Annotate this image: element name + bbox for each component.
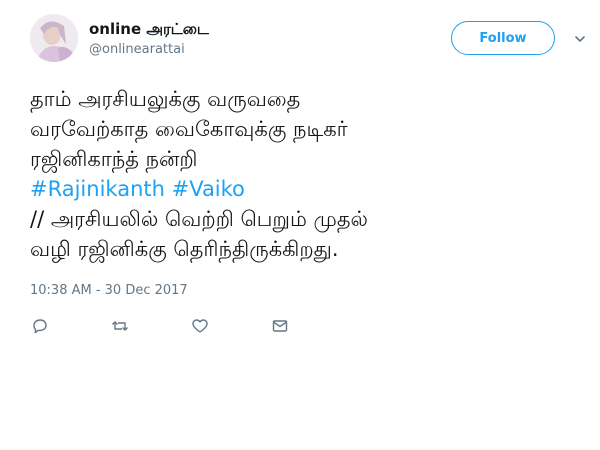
hashtag-vaiko[interactable]: #Vaiko [172, 177, 245, 201]
avatar[interactable] [30, 14, 78, 62]
display-name[interactable]: online அரட்டை [89, 20, 209, 40]
hashtag-line: #Rajinikanth #Vaiko [30, 174, 590, 204]
tweet-line: // அரசியலில் வெற்றி பெறும் முதல் [30, 207, 368, 231]
hashtag-rajinikanth[interactable]: #Rajinikanth [30, 177, 165, 201]
chevron-down-icon[interactable] [573, 31, 587, 45]
profile-photo-icon [30, 14, 78, 62]
user-handle[interactable]: @onlinearattai [89, 42, 185, 57]
retweet-icon[interactable] [110, 316, 130, 336]
follow-button[interactable]: Follow [451, 21, 555, 55]
tweet-text: தாம் அரசியலுக்கு வருவதை வரவேற்காத வைகோவு… [30, 84, 590, 264]
envelope-icon[interactable] [270, 316, 290, 336]
tweet-line: வழி ரஜினிக்கு தெரிந்திருக்கிறது. [30, 237, 339, 261]
heart-icon[interactable] [190, 316, 210, 336]
tweet-timestamp[interactable]: 10:38 AM - 30 Dec 2017 [30, 283, 188, 298]
tweet-line: தாம் அரசியலுக்கு வருவதை [30, 87, 301, 111]
reply-icon[interactable] [30, 316, 50, 336]
tweet-line: ரஜினிகாந்த் நன்றி [30, 147, 198, 171]
tweet-line: வரவேற்காத வைகோவுக்கு நடிகர் [30, 117, 348, 141]
